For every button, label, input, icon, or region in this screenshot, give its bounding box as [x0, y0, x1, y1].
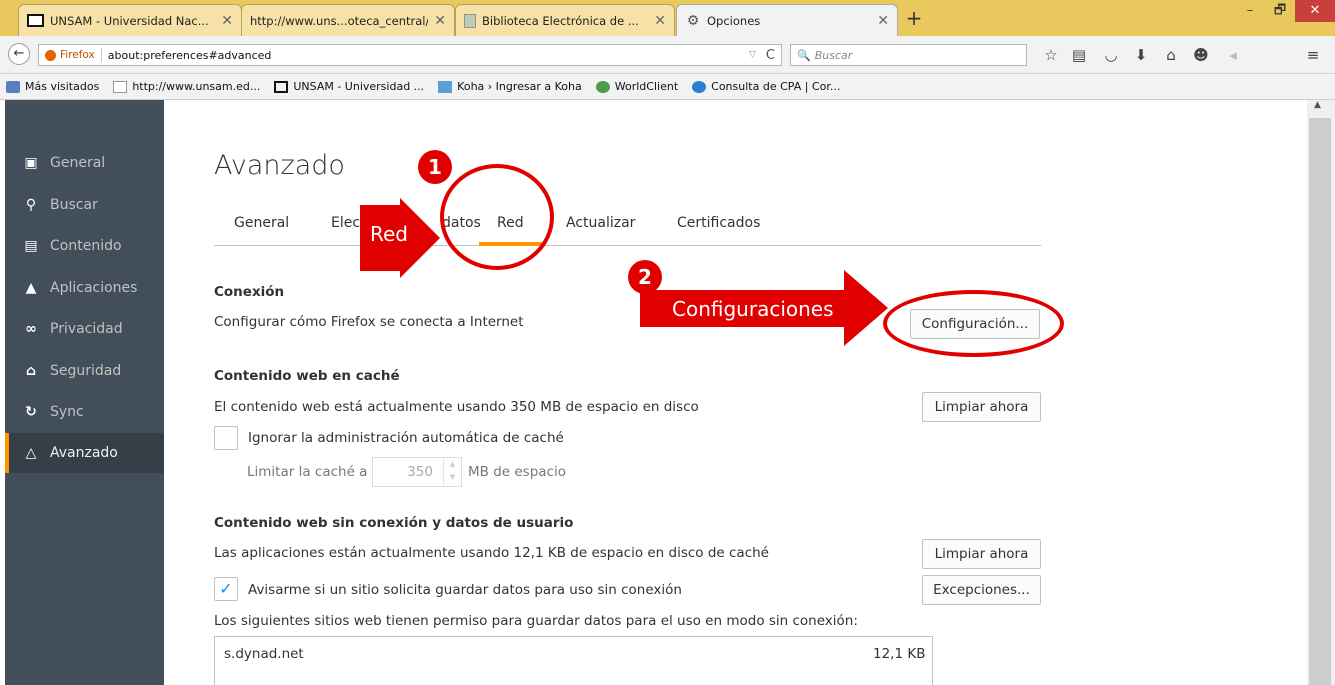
highlight-circle-config-button: [883, 290, 1064, 357]
step-badge-2: 2: [628, 260, 662, 294]
annotation-label-red: Red: [370, 222, 408, 246]
annotation-label-configuraciones: Configuraciones: [672, 297, 834, 321]
step-badge-1: 1: [418, 150, 452, 184]
annotation-overlay: [360, 198, 888, 346]
highlight-circle-red-tab: [440, 164, 554, 270]
